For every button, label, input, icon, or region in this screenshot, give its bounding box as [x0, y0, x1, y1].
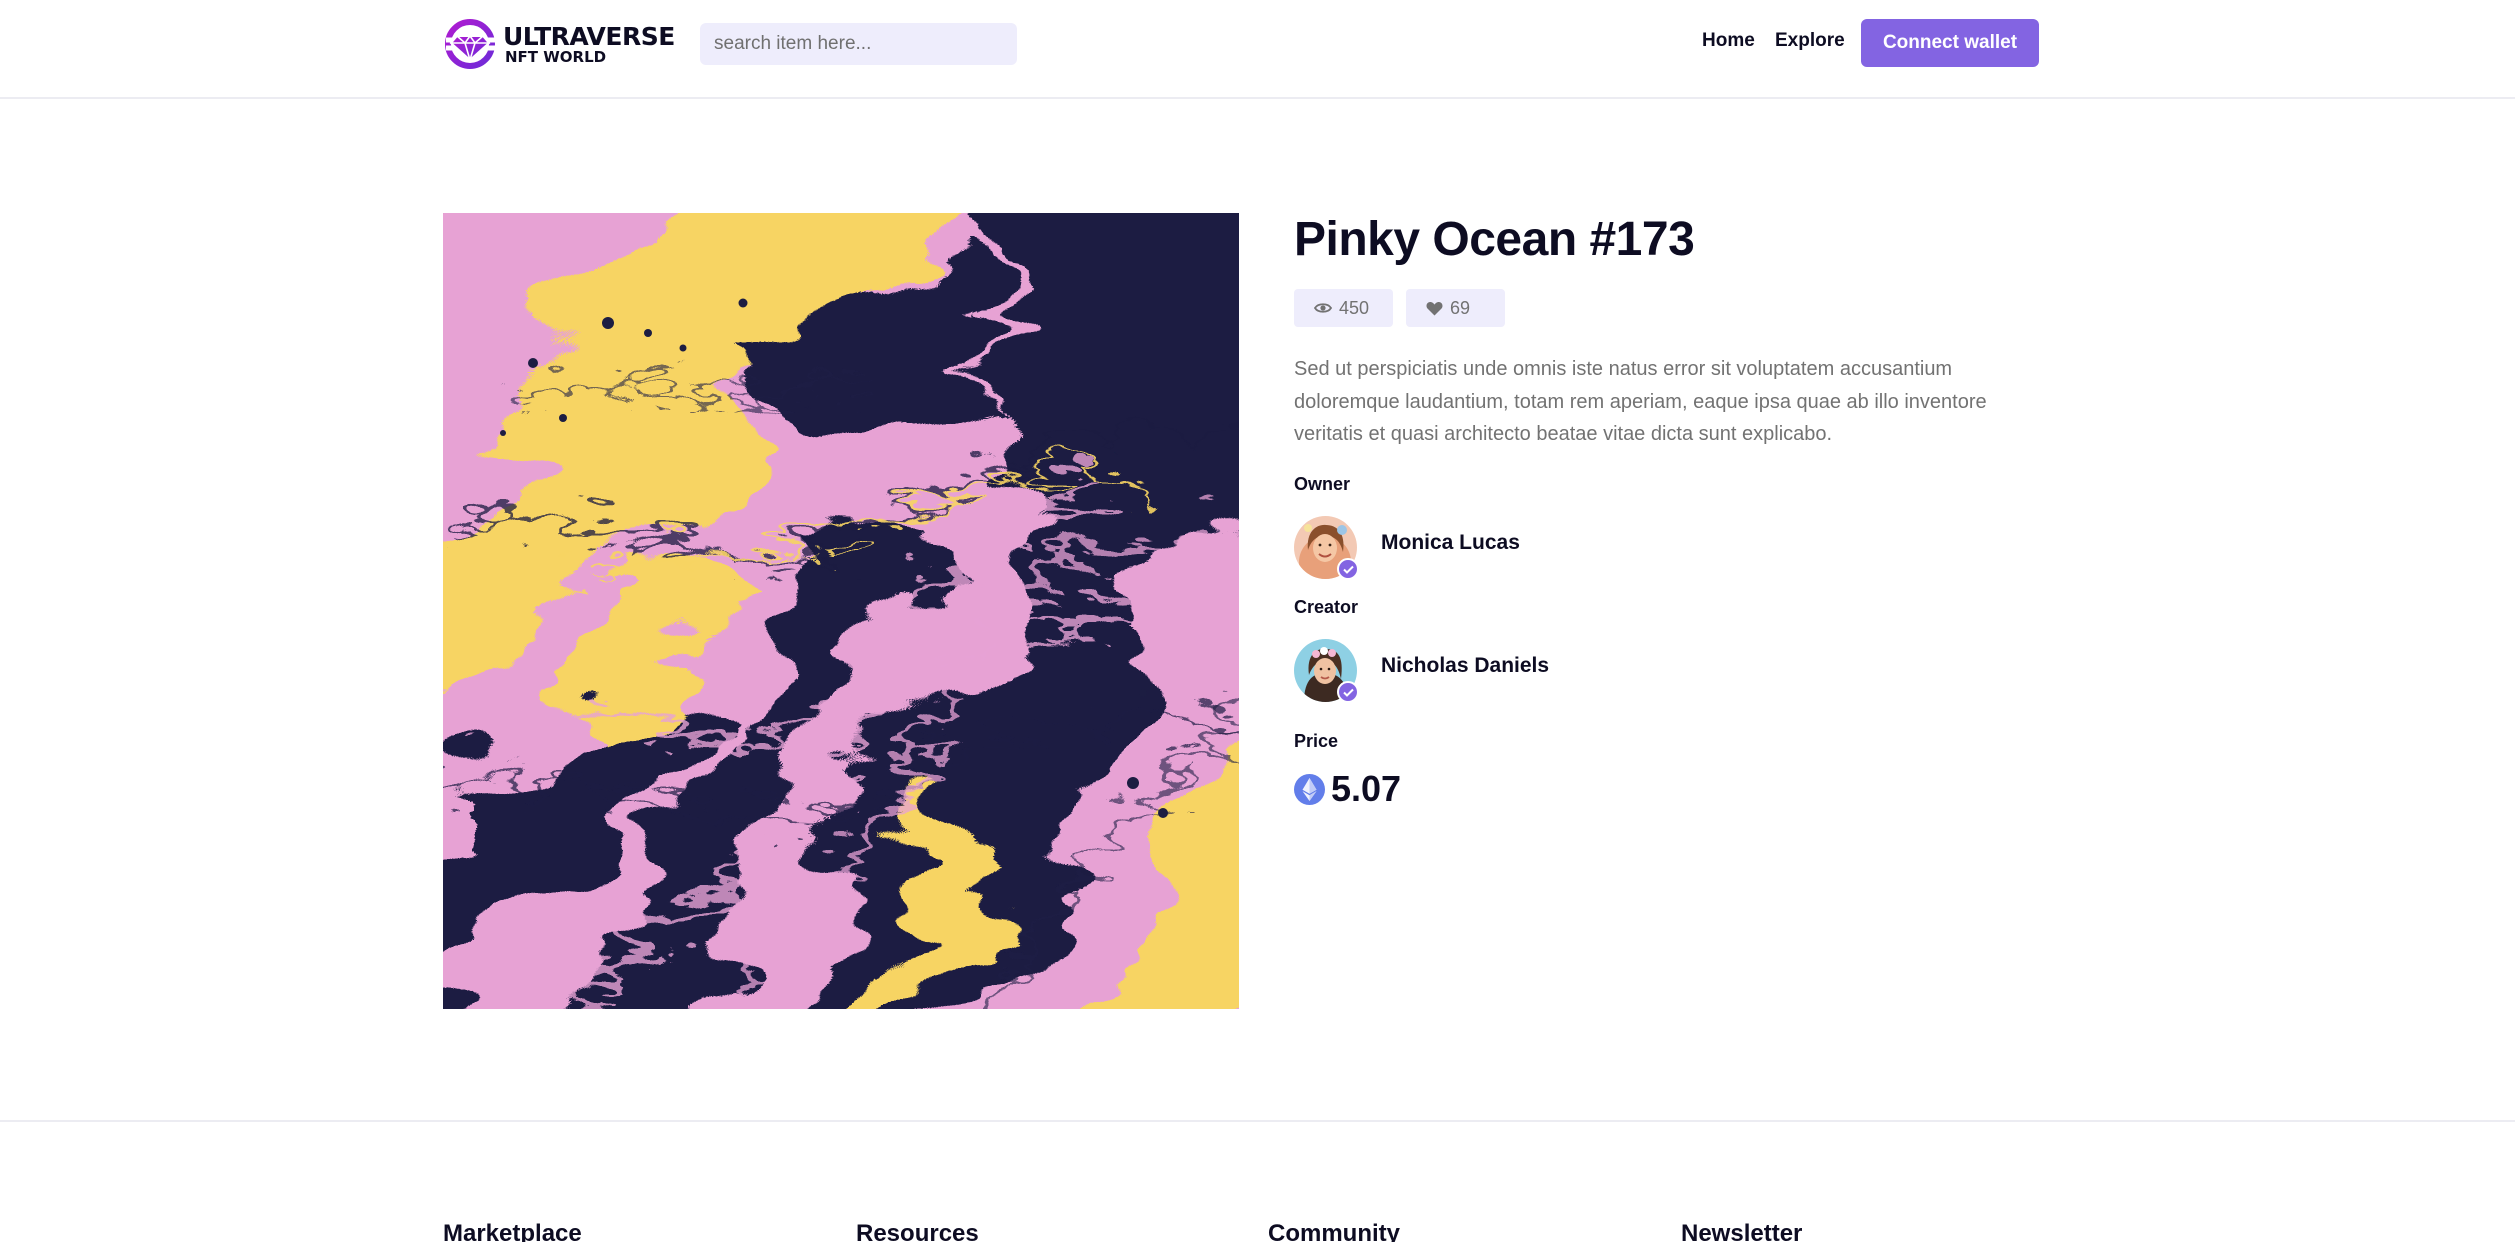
verified-badge-icon — [1337, 681, 1359, 703]
footer-heading-community: Community — [1268, 1220, 1400, 1242]
footer-divider — [0, 1120, 2515, 1122]
likes-count-badge[interactable]: 69 — [1406, 289, 1505, 327]
heart-icon — [1426, 301, 1443, 315]
search-input[interactable] — [700, 23, 1017, 65]
item-title: Pinky Ocean #173 — [1294, 213, 1695, 266]
top-navbar: ULTRAVERSE NFT WORLD Home Explore Connec… — [0, 0, 2515, 99]
likes-count: 69 — [1450, 297, 1471, 318]
ethereum-icon — [1294, 773, 1325, 805]
connect-wallet-button[interactable]: Connect wallet — [1861, 19, 2039, 67]
nav-home-link[interactable]: Home — [1702, 30, 1755, 52]
footer-heading-marketplace: Marketplace — [443, 1220, 582, 1242]
price-display: 5.07 — [1294, 768, 1401, 810]
creator-label: Creator — [1294, 597, 1359, 617]
logo-title: ULTRAVERSE — [503, 21, 675, 51]
item-description: Sed ut perspiciatis unde omnis iste natu… — [1294, 358, 1987, 445]
views-count-badge: 450 — [1294, 289, 1393, 327]
price-value: 5.07 — [1331, 768, 1402, 809]
logo-wordmark: ULTRAVERSE NFT WORLD — [503, 24, 675, 65]
price-label: Price — [1294, 731, 1339, 751]
nav-explore-link[interactable]: Explore — [1775, 30, 1845, 52]
eye-icon — [1314, 303, 1332, 313]
logo-subtitle: NFT WORLD — [505, 47, 607, 66]
owner-avatar[interactable] — [1294, 516, 1359, 580]
logo-gem-icon — [443, 19, 501, 69]
nft-artwork-image — [443, 213, 1239, 1009]
owner-name[interactable]: Monica Lucas — [1381, 531, 1520, 555]
owner-label: Owner — [1294, 474, 1351, 494]
footer-heading-resources: Resources — [856, 1220, 979, 1242]
footer-heading-newsletter: Newsletter — [1681, 1220, 1803, 1242]
views-count: 450 — [1339, 297, 1370, 318]
creator-name[interactable]: Nicholas Daniels — [1381, 654, 1549, 678]
creator-avatar[interactable] — [1294, 639, 1359, 703]
verified-badge-icon — [1337, 558, 1359, 580]
site-logo[interactable]: ULTRAVERSE NFT WORLD — [443, 18, 675, 70]
